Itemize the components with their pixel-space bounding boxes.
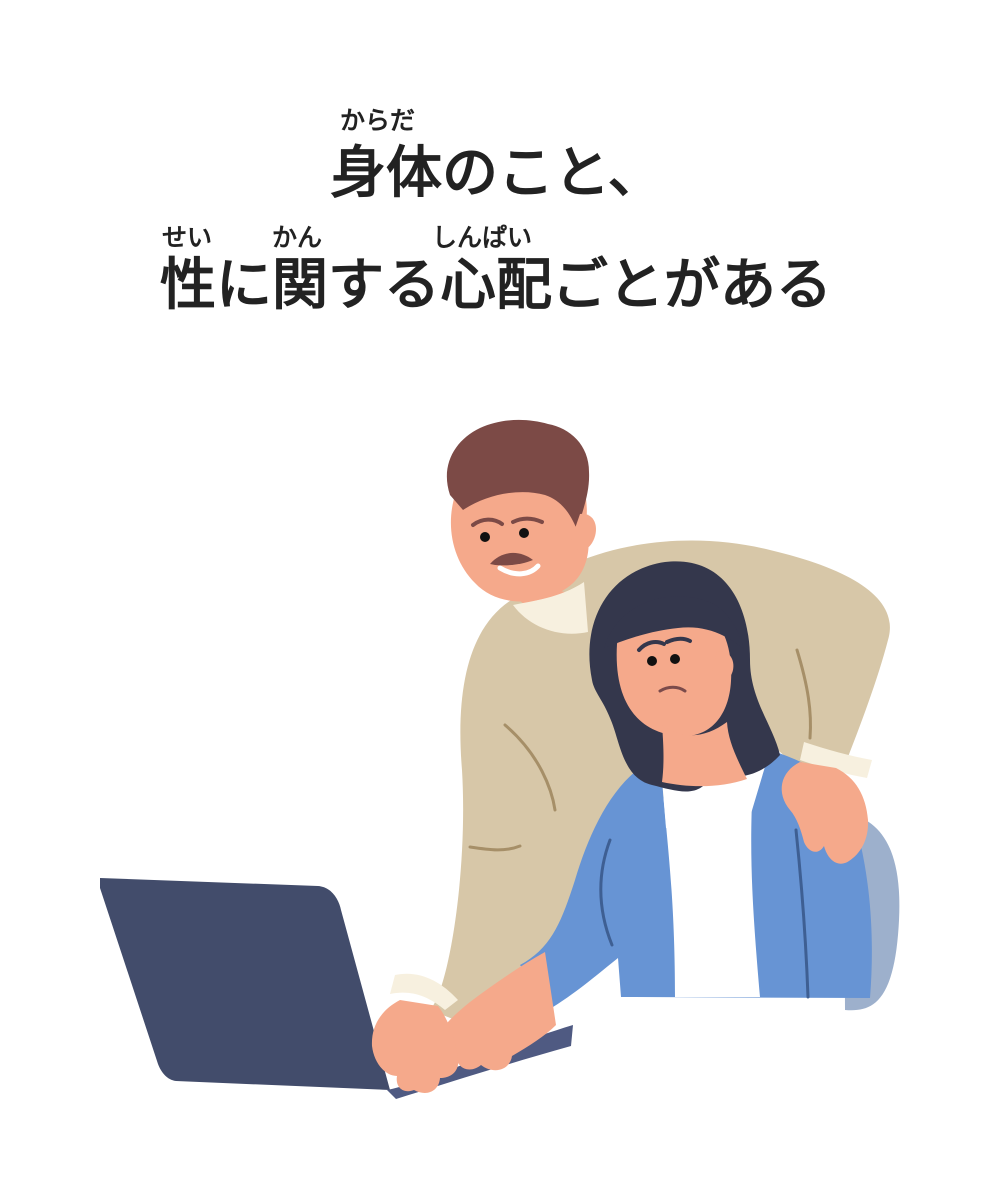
man-right-eye: [519, 528, 529, 538]
laptop-screen: [100, 878, 390, 1090]
furigana-sei: せい: [162, 223, 213, 252]
title-line-1: 身体のこと、: [330, 141, 664, 206]
couple-at-laptop-illustration: [100, 419, 900, 1099]
woman-shirt: [661, 760, 760, 997]
woman-right-eye: [670, 654, 680, 664]
title-line-2: 性に関する心配ごとがある: [160, 253, 832, 318]
page-title: からだ 身体のこと、 せい かん しんぱい 性に関する心配ごとがある: [0, 0, 1000, 340]
man-left-eye: [480, 532, 490, 542]
furigana-kan: かん: [272, 223, 323, 252]
woman-left-eye: [647, 656, 657, 666]
furigana-karada: からだ: [340, 106, 416, 135]
furigana-shinpai: しんぱい: [432, 223, 533, 252]
